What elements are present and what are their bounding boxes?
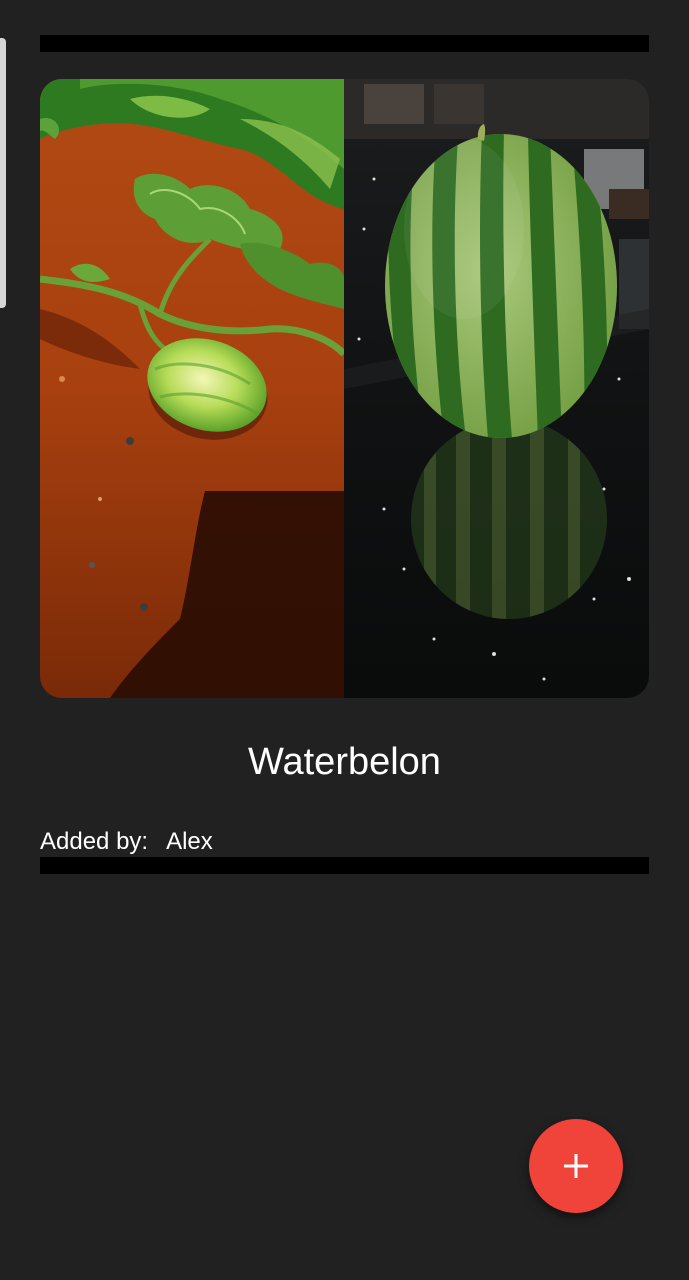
item-image[interactable] <box>40 79 649 698</box>
added-by-name: Alex <box>166 828 213 855</box>
app-screen: Waterbelon Added by: Alex <box>0 0 689 1280</box>
added-by-label: Added by: <box>40 828 149 855</box>
top-divider <box>40 35 649 52</box>
scroll-indicator[interactable] <box>0 38 6 308</box>
added-by-row: Added by: Alex <box>40 827 213 857</box>
add-button[interactable] <box>529 1119 623 1213</box>
watermelon-plant-photo <box>40 79 344 698</box>
bottom-divider <box>40 857 649 874</box>
watermelon-on-counter-photo <box>344 79 649 698</box>
plus-icon <box>564 1154 588 1178</box>
item-title: Waterbelon <box>248 741 441 783</box>
